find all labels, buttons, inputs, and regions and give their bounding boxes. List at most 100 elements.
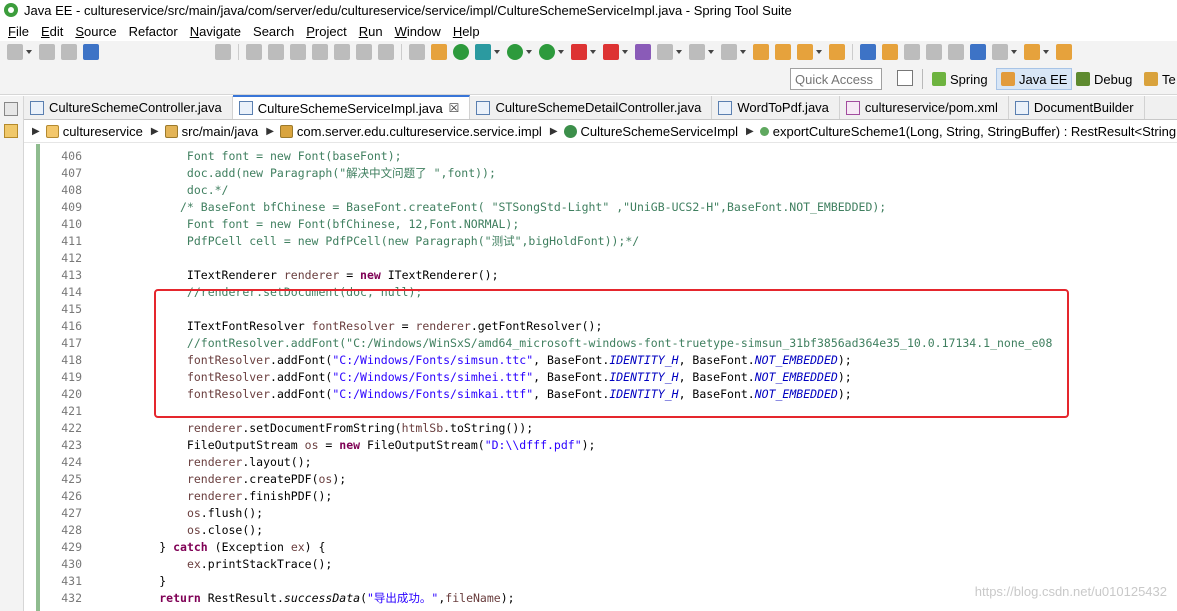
menu-file[interactable]: File bbox=[4, 24, 37, 39]
toggle-breadcrumb-icon[interactable] bbox=[882, 44, 898, 60]
menu-edit[interactable]: Edit bbox=[37, 24, 71, 39]
perspective-te[interactable]: Te bbox=[1140, 68, 1177, 90]
show-pilcrow-icon[interactable] bbox=[948, 44, 964, 60]
code-editor[interactable]: 406 Font font = new Font(baseFont); 407 d… bbox=[24, 144, 1177, 611]
code-line[interactable]: 422 renderer.setDocumentFromString(htmlS… bbox=[40, 420, 533, 437]
annotation-dropdown-icon[interactable] bbox=[1011, 50, 1017, 54]
package-explorer-icon[interactable] bbox=[4, 124, 18, 138]
menu-window[interactable]: Window bbox=[391, 24, 449, 39]
external-tool-dropdown-icon[interactable] bbox=[558, 50, 564, 54]
breadcrumb-project[interactable]: cultureservice bbox=[45, 124, 143, 139]
new-class-icon[interactable] bbox=[689, 44, 705, 60]
menu-help[interactable]: Help bbox=[449, 24, 488, 39]
code-line[interactable]: 421 bbox=[40, 403, 90, 420]
open-type-icon[interactable] bbox=[753, 44, 769, 60]
resume-icon[interactable] bbox=[246, 44, 262, 60]
code-line[interactable]: 426 renderer.finishPDF(); bbox=[40, 488, 332, 505]
breadcrumb-package[interactable]: com.server.edu.cultureservice.service.im… bbox=[279, 124, 542, 139]
code-line[interactable]: 423 FileOutputStream os = new FileOutput… bbox=[40, 437, 595, 454]
show-whitespace-icon[interactable] bbox=[904, 44, 920, 60]
menu-project[interactable]: Project bbox=[302, 24, 354, 39]
suspend-icon[interactable] bbox=[268, 44, 284, 60]
code-line[interactable]: 415 bbox=[40, 301, 90, 318]
code-line[interactable]: 409 /* BaseFont bfChinese = BaseFont.cre… bbox=[40, 199, 886, 216]
code-line[interactable]: 424 renderer.layout(); bbox=[40, 454, 311, 471]
tab-pom-xml[interactable]: cultureservice/pom.xml bbox=[839, 96, 1009, 119]
code-line[interactable]: 411 PdfPCell cell = new PdfPCell(new Par… bbox=[40, 233, 639, 250]
code-line[interactable]: 432 return RestResult.successData("导出成功。… bbox=[40, 590, 514, 607]
new-package-dropdown-icon[interactable] bbox=[676, 50, 682, 54]
search-dropdown-icon[interactable] bbox=[816, 50, 822, 54]
step-into-icon[interactable] bbox=[334, 44, 350, 60]
code-line[interactable]: 418 fontResolver.addFont("C:/Windows/Fon… bbox=[40, 352, 851, 369]
tab-culture-scheme-service-impl[interactable]: CultureSchemeServiceImpl.java ☒ bbox=[232, 95, 471, 119]
step-return-icon[interactable] bbox=[378, 44, 394, 60]
skip-breakpoints-icon[interactable] bbox=[215, 44, 231, 60]
code-line[interactable]: 417 //fontResolver.addFont("C:/Windows/W… bbox=[40, 335, 1052, 352]
menu-search[interactable]: Search bbox=[249, 24, 302, 39]
run-external-tool-icon[interactable] bbox=[539, 44, 555, 60]
menu-source[interactable]: Source bbox=[71, 24, 124, 39]
save-icon[interactable] bbox=[39, 44, 55, 60]
search-icon[interactable] bbox=[797, 44, 813, 60]
next-annotation-icon[interactable] bbox=[1024, 44, 1040, 60]
open-perspective-icon[interactable] bbox=[897, 70, 913, 86]
toggle-mark-occurrences-icon[interactable] bbox=[860, 44, 876, 60]
code-line[interactable]: 427 os.flush(); bbox=[40, 505, 263, 522]
debug-dropdown-icon[interactable] bbox=[494, 50, 500, 54]
server-start-icon[interactable] bbox=[453, 44, 469, 60]
perspective-java-ee[interactable]: Java EE bbox=[996, 68, 1073, 90]
breadcrumb-source-folder[interactable]: src/main/java bbox=[164, 124, 258, 139]
open-task-icon[interactable] bbox=[775, 44, 791, 60]
perspective-spring[interactable]: Spring bbox=[928, 68, 992, 90]
stop-dropdown-icon[interactable] bbox=[590, 50, 596, 54]
code-line[interactable]: 430 ex.printStackTrace(); bbox=[40, 556, 332, 573]
restore-view-icon[interactable] bbox=[4, 102, 18, 116]
code-line[interactable]: 414 //renderer.setDocument(doc, null); bbox=[40, 284, 422, 301]
open-folder-icon[interactable] bbox=[829, 44, 845, 60]
new-dropdown-icon[interactable] bbox=[26, 50, 32, 54]
menu-refactor[interactable]: Refactor bbox=[125, 24, 186, 39]
back-icon[interactable] bbox=[1056, 44, 1072, 60]
perspective-debug[interactable]: Debug bbox=[1072, 68, 1136, 90]
settings-dropdown-icon[interactable] bbox=[740, 50, 746, 54]
code-line[interactable]: 408 doc.*/ bbox=[40, 182, 228, 199]
code-line[interactable]: 419 fontResolver.addFont("C:/Windows/Fon… bbox=[40, 369, 851, 386]
code-line[interactable]: 428 os.close(); bbox=[40, 522, 263, 539]
new-package-icon[interactable] bbox=[657, 44, 673, 60]
disconnect-icon[interactable] bbox=[312, 44, 328, 60]
code-line[interactable]: 407 doc.add(new Paragraph("解决中文问题了 ",fon… bbox=[40, 165, 496, 182]
annotation-icon[interactable] bbox=[992, 44, 1008, 60]
stop-icon[interactable] bbox=[571, 44, 587, 60]
new-icon[interactable] bbox=[7, 44, 23, 60]
run-icon[interactable] bbox=[507, 44, 523, 60]
code-line[interactable]: 431 } bbox=[40, 573, 166, 590]
build-icon[interactable] bbox=[431, 44, 447, 60]
use-step-filters-icon[interactable] bbox=[409, 44, 425, 60]
coverage-dropdown-icon[interactable] bbox=[622, 50, 628, 54]
run-dropdown-icon[interactable] bbox=[526, 50, 532, 54]
coverage-icon[interactable] bbox=[603, 44, 619, 60]
code-line[interactable]: 429 } catch (Exception ex) { bbox=[40, 539, 325, 556]
tab-document-builder[interactable]: DocumentBuilder bbox=[1008, 96, 1145, 119]
tab-word-to-pdf[interactable]: WordToPdf.java bbox=[712, 96, 840, 119]
menu-run[interactable]: Run bbox=[355, 24, 391, 39]
quick-access-input[interactable] bbox=[790, 68, 882, 90]
code-line[interactable]: 406 Font font = new Font(baseFont); bbox=[40, 148, 401, 165]
code-line[interactable]: 410 Font font = new Font(bfChinese, 12,F… bbox=[40, 216, 519, 233]
tab-culture-scheme-controller[interactable]: CultureSchemeController.java bbox=[24, 96, 233, 119]
print-icon[interactable] bbox=[83, 44, 99, 60]
breadcrumb-method[interactable]: exportCultureScheme1(Long, String, Strin… bbox=[759, 124, 1176, 139]
block-selection-icon[interactable] bbox=[926, 44, 942, 60]
breadcrumb-class[interactable]: CultureSchemeServiceImpl bbox=[563, 124, 738, 139]
debug-icon[interactable] bbox=[475, 44, 491, 60]
code-line[interactable]: 416 ITextFontResolver fontResolver = ren… bbox=[40, 318, 602, 335]
menu-navigate[interactable]: Navigate bbox=[186, 24, 249, 39]
step-over-icon[interactable] bbox=[356, 44, 372, 60]
code-line[interactable]: 412 bbox=[40, 250, 90, 267]
next-annotation-dropdown-icon[interactable] bbox=[1043, 50, 1049, 54]
tab-culture-scheme-detail-controller[interactable]: CultureSchemeDetailController.java bbox=[470, 96, 713, 119]
terminate-icon[interactable] bbox=[290, 44, 306, 60]
save-all-icon[interactable] bbox=[61, 44, 77, 60]
web-browser-icon[interactable] bbox=[970, 44, 986, 60]
